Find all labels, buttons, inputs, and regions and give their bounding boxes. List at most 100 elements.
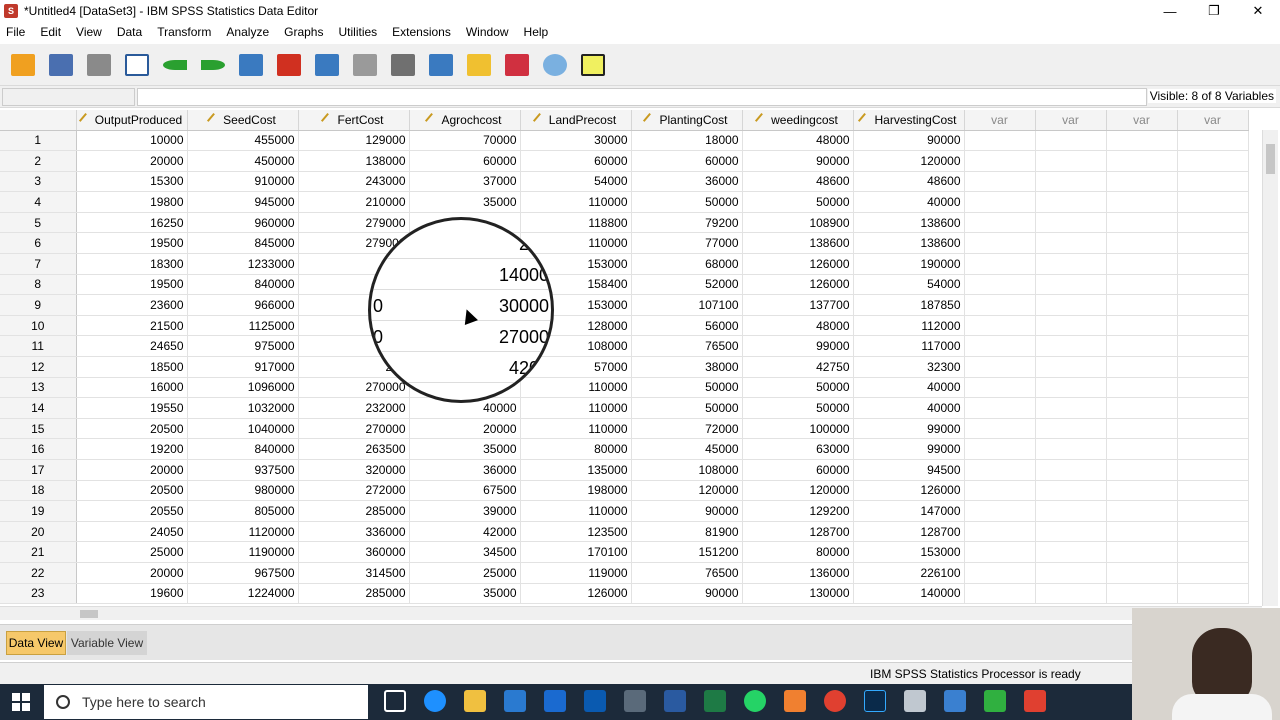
data-cell[interactable]: 187850 bbox=[853, 294, 965, 316]
data-cell[interactable]: 99000 bbox=[853, 438, 965, 460]
empty-cell[interactable] bbox=[1035, 377, 1107, 399]
data-cell[interactable]: 90000 bbox=[853, 130, 965, 152]
empty-cell[interactable] bbox=[964, 541, 1036, 563]
data-cell[interactable]: 285000 bbox=[298, 583, 410, 604]
empty-cell[interactable] bbox=[1177, 212, 1249, 234]
empty-cell[interactable] bbox=[1106, 335, 1178, 358]
tab-variable-view[interactable]: Variable View bbox=[67, 631, 147, 655]
empty-cell[interactable] bbox=[1177, 418, 1249, 440]
data-cell[interactable]: 360000 bbox=[298, 541, 410, 563]
data-cell[interactable]: 138600 bbox=[853, 212, 965, 234]
empty-cell[interactable] bbox=[964, 438, 1036, 460]
data-cell[interactable]: 48000 bbox=[742, 315, 854, 337]
data-cell[interactable]: 140000 bbox=[853, 583, 965, 604]
data-cell[interactable]: 48600 bbox=[853, 171, 965, 193]
data-cell[interactable]: 967500 bbox=[187, 562, 299, 584]
data-cell[interactable]: 100000 bbox=[742, 418, 854, 440]
data-cell[interactable]: 138600 bbox=[742, 232, 854, 255]
task-view-icon[interactable] bbox=[384, 690, 406, 712]
data-cell[interactable]: 50000 bbox=[742, 377, 854, 399]
row-number[interactable]: 1 bbox=[0, 130, 77, 152]
empty-cell[interactable] bbox=[1106, 130, 1178, 152]
open-icon[interactable] bbox=[8, 50, 38, 80]
data-cell[interactable]: 135000 bbox=[520, 459, 632, 481]
empty-cell[interactable] bbox=[1177, 294, 1249, 316]
data-cell[interactable]: 20000 bbox=[409, 418, 521, 440]
data-cell[interactable]: 120000 bbox=[631, 480, 743, 502]
empty-cell[interactable] bbox=[1106, 562, 1178, 584]
data-cell[interactable]: 56000 bbox=[631, 315, 743, 337]
row-number[interactable]: 21 bbox=[0, 541, 77, 563]
empty-cell[interactable] bbox=[1035, 232, 1107, 255]
data-cell[interactable]: 130000 bbox=[742, 583, 854, 604]
data-cell[interactable]: 25000 bbox=[76, 541, 188, 563]
empty-cell[interactable] bbox=[964, 274, 1036, 296]
data-cell[interactable]: 966000 bbox=[187, 294, 299, 316]
whatsapp-icon[interactable] bbox=[744, 690, 766, 712]
data-cell[interactable]: 20000 bbox=[76, 459, 188, 481]
empty-cell[interactable] bbox=[1035, 541, 1107, 563]
excel-icon[interactable] bbox=[704, 690, 726, 712]
data-cell[interactable]: 35000 bbox=[409, 438, 521, 460]
data-cell[interactable]: 126000 bbox=[853, 480, 965, 502]
chrome-icon[interactable] bbox=[824, 690, 846, 712]
empty-cell[interactable] bbox=[1177, 150, 1249, 172]
data-cell[interactable]: 76500 bbox=[631, 335, 743, 358]
empty-cell[interactable] bbox=[964, 521, 1036, 543]
data-cell[interactable]: 60000 bbox=[742, 459, 854, 481]
data-cell[interactable]: 263500 bbox=[298, 438, 410, 460]
data-cell[interactable]: 76500 bbox=[631, 562, 743, 584]
edge-icon[interactable] bbox=[424, 690, 446, 712]
data-cell[interactable]: 136000 bbox=[742, 562, 854, 584]
data-cell[interactable]: 455000 bbox=[187, 130, 299, 152]
data-cell[interactable]: 138600 bbox=[853, 232, 965, 255]
data-cell[interactable]: 19800 bbox=[76, 191, 188, 213]
data-cell[interactable]: 119000 bbox=[520, 562, 632, 584]
dialog-recall-icon[interactable] bbox=[122, 50, 152, 80]
col-header-harvestingcost[interactable]: HarvestingCost bbox=[853, 110, 965, 131]
data-cell[interactable]: 40000 bbox=[853, 397, 965, 419]
row-number[interactable]: 16 bbox=[0, 438, 77, 460]
data-cell[interactable]: 153000 bbox=[853, 541, 965, 563]
file-explorer-icon[interactable] bbox=[464, 690, 486, 712]
data-cell[interactable]: 94500 bbox=[853, 459, 965, 481]
row-number[interactable]: 13 bbox=[0, 377, 77, 399]
print-icon[interactable] bbox=[84, 50, 114, 80]
col-header-agrochcost[interactable]: Agrochcost bbox=[409, 110, 521, 131]
data-cell[interactable]: 60000 bbox=[631, 150, 743, 172]
taskbar-search-box[interactable]: Type here to search bbox=[44, 685, 368, 719]
data-cell[interactable]: 128700 bbox=[853, 521, 965, 543]
empty-cell[interactable] bbox=[1177, 583, 1249, 604]
data-cell[interactable]: 32300 bbox=[853, 356, 965, 378]
data-cell[interactable]: 137700 bbox=[742, 294, 854, 316]
tab-data-view[interactable]: Data View bbox=[6, 631, 66, 655]
col-header-seedcost[interactable]: SeedCost bbox=[187, 110, 299, 131]
data-cell[interactable]: 19550 bbox=[76, 397, 188, 419]
data-cell[interactable]: 23600 bbox=[76, 294, 188, 316]
data-cell[interactable]: 110000 bbox=[520, 500, 632, 522]
data-cell[interactable]: 19500 bbox=[76, 274, 188, 296]
empty-cell[interactable] bbox=[964, 356, 1036, 378]
empty-cell[interactable] bbox=[964, 212, 1036, 234]
data-cell[interactable]: 15300 bbox=[76, 171, 188, 193]
vertical-scrollbar[interactable] bbox=[1262, 130, 1278, 606]
menu-view[interactable]: View bbox=[70, 25, 108, 39]
data-cell[interactable]: 25000 bbox=[409, 562, 521, 584]
data-cell[interactable]: 937500 bbox=[187, 459, 299, 481]
empty-cell[interactable] bbox=[1106, 480, 1178, 502]
data-cell[interactable]: 285000 bbox=[298, 500, 410, 522]
data-cell[interactable]: 945000 bbox=[187, 191, 299, 213]
data-cell[interactable]: 30000 bbox=[520, 130, 632, 152]
data-cell[interactable]: 52000 bbox=[631, 274, 743, 296]
empty-cell[interactable] bbox=[1035, 521, 1107, 543]
data-cell[interactable]: 45000 bbox=[631, 438, 743, 460]
empty-cell[interactable] bbox=[964, 397, 1036, 419]
notes-icon[interactable] bbox=[584, 690, 606, 712]
col-header-fertcost[interactable]: FertCost bbox=[298, 110, 410, 131]
photoshop-icon[interactable] bbox=[864, 690, 886, 712]
weight-cases-icon[interactable] bbox=[540, 50, 570, 80]
menu-transform[interactable]: Transform bbox=[151, 25, 217, 39]
restore-button[interactable]: ❐ bbox=[1192, 0, 1236, 22]
spss-taskbar-icon[interactable] bbox=[944, 690, 966, 712]
empty-cell[interactable] bbox=[1106, 377, 1178, 399]
